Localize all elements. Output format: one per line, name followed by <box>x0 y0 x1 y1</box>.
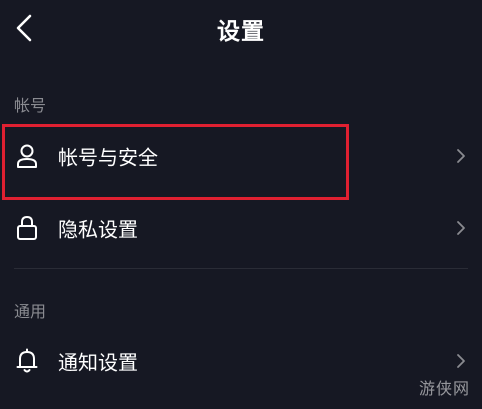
header: 设置 <box>0 0 482 56</box>
settings-item-privacy[interactable]: 隐私设置 <box>0 200 482 256</box>
section-label-general: 通用 <box>14 302 47 321</box>
section-divider <box>14 268 468 269</box>
section-label-account: 帐号 <box>14 96 47 115</box>
user-icon <box>14 143 40 169</box>
chevron-right-icon <box>454 352 468 370</box>
watermark: 游侠网 <box>418 379 470 398</box>
settings-item-notifications[interactable]: 通知设置 <box>0 333 482 389</box>
settings-item-label: 隐私设置 <box>58 217 138 242</box>
bell-icon <box>14 348 40 374</box>
settings-item-label: 帐号与安全 <box>58 145 158 170</box>
settings-item-account-security[interactable]: 帐号与安全 <box>0 128 482 184</box>
lock-icon <box>14 215 40 241</box>
settings-screen: 设置 帐号 帐号与安全 隐私设置 通用 通知设置 游侠网 <box>0 0 482 409</box>
chevron-right-icon <box>454 147 468 165</box>
settings-item-label: 通知设置 <box>58 350 138 375</box>
chevron-right-icon <box>454 219 468 237</box>
page-title: 设置 <box>217 19 265 45</box>
